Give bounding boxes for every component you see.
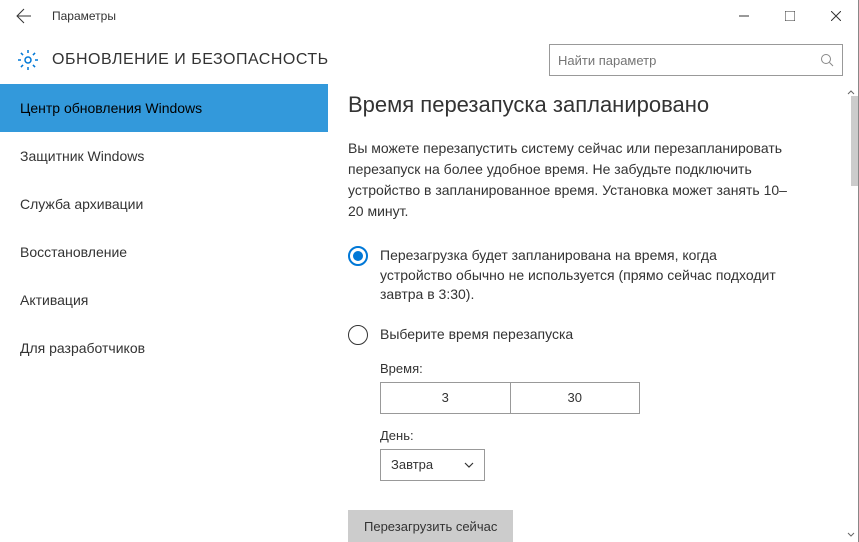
radio-custom[interactable] (348, 325, 368, 345)
sidebar-item-label: Восстановление (20, 244, 127, 260)
sidebar-item-label: Активация (20, 292, 88, 308)
radio-option-auto[interactable]: Перезагрузка будет запланирована на врем… (348, 246, 788, 305)
time-minute[interactable]: 30 (511, 383, 640, 413)
maximize-button[interactable] (767, 0, 813, 32)
close-icon (831, 11, 841, 21)
content: Время перезапуска запланировано Вы может… (328, 84, 859, 542)
search-input[interactable] (558, 53, 820, 68)
sidebar-item-label: Центр обновления Windows (20, 100, 202, 116)
minimize-button[interactable] (721, 0, 767, 32)
sidebar-item-developers[interactable]: Для разработчиков (0, 324, 328, 372)
sidebar-item-label: Защитник Windows (20, 148, 144, 164)
content-description: Вы можете перезапустить систему сейчас и… (348, 138, 788, 222)
time-picker[interactable]: 3 30 (380, 382, 640, 414)
close-button[interactable] (813, 0, 859, 32)
radio-auto-label: Перезагрузка будет запланирована на врем… (380, 246, 788, 305)
chevron-down-icon (847, 532, 855, 537)
sidebar-item-recovery[interactable]: Восстановление (0, 228, 328, 276)
day-picker[interactable]: Завтра (380, 449, 485, 481)
chevron-down-icon (464, 462, 474, 468)
sidebar-item-backup[interactable]: Служба архивации (0, 180, 328, 228)
header: ОБНОВЛЕНИЕ И БЕЗОПАСНОСТЬ (0, 36, 859, 84)
back-button[interactable] (0, 0, 48, 32)
day-label: День: (380, 428, 839, 443)
day-value: Завтра (391, 457, 433, 472)
sidebar-item-label: Для разработчиков (20, 340, 145, 356)
page-title: ОБНОВЛЕНИЕ И БЕЗОПАСНОСТЬ (52, 51, 329, 69)
sidebar-item-activation[interactable]: Активация (0, 276, 328, 324)
restart-button[interactable]: Перезагрузить сейчас (348, 510, 513, 542)
schedule-block: Время: 3 30 День: Завтра (380, 361, 839, 481)
sidebar-item-label: Служба архивации (20, 196, 143, 212)
search-box[interactable] (549, 44, 843, 76)
scroll-thumb[interactable] (851, 96, 858, 186)
radio-custom-label: Выберите время перезапуска (380, 325, 573, 345)
gear-icon (16, 48, 40, 72)
minimize-icon (739, 11, 749, 21)
maximize-icon (785, 11, 795, 21)
scroll-down[interactable] (843, 526, 859, 542)
sidebar-item-windows-update[interactable]: Центр обновления Windows (0, 84, 328, 132)
sidebar: Центр обновления Windows Защитник Window… (0, 84, 328, 542)
radio-auto[interactable] (348, 246, 368, 266)
window-title: Параметры (52, 9, 116, 23)
time-hour[interactable]: 3 (381, 383, 511, 413)
sidebar-item-defender[interactable]: Защитник Windows (0, 132, 328, 180)
chevron-up-icon (847, 90, 855, 95)
radio-option-custom[interactable]: Выберите время перезапуска (348, 325, 788, 345)
content-heading: Время перезапуска запланировано (348, 92, 839, 118)
back-arrow-icon (16, 8, 32, 24)
time-label: Время: (380, 361, 839, 376)
scrollbar[interactable] (843, 84, 859, 542)
titlebar: Параметры (0, 0, 859, 32)
search-icon (820, 53, 834, 67)
